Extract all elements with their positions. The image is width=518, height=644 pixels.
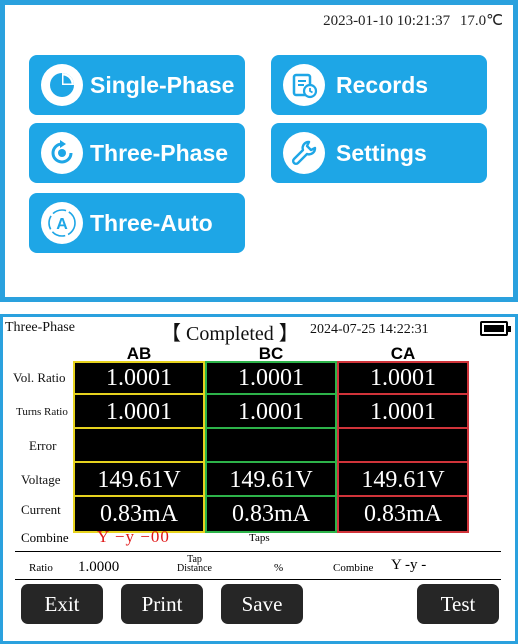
ca-current: 0.83mA xyxy=(364,501,442,527)
single-phase-button[interactable]: Single-Phase xyxy=(29,55,245,115)
datetime-display: 2023-01-10 10:21:37 xyxy=(323,13,451,29)
temperature-display: 17.0℃ xyxy=(459,13,503,29)
screen-divider xyxy=(0,302,518,314)
bc-error xyxy=(207,431,335,463)
ab-turns-ratio: 1.0001 xyxy=(75,397,203,429)
three-auto-button[interactable]: A Three-Auto xyxy=(29,193,245,253)
svg-text:A: A xyxy=(56,216,68,233)
save-button[interactable]: Save xyxy=(221,584,303,624)
ca-error xyxy=(339,431,467,463)
records-label: Records xyxy=(336,71,429,98)
exit-button[interactable]: Exit xyxy=(21,584,103,624)
single-phase-label: Single-Phase xyxy=(90,71,235,98)
bc-turns-ratio: 1.0001 xyxy=(207,397,335,429)
row-label-turns-ratio: Turns Ratio xyxy=(16,406,68,418)
combine-summary-value: Y -y - xyxy=(391,557,427,573)
column-ab: 1.0001 1.0001 149.61V 0.83mA xyxy=(73,361,205,533)
separator-line xyxy=(15,579,501,580)
auto-a-icon: A xyxy=(41,202,83,244)
bc-voltage: 149.61V xyxy=(207,465,335,497)
taps-label: Taps xyxy=(249,532,270,544)
ratio-value: 1.0000 xyxy=(78,559,120,575)
percent-label: % xyxy=(274,562,284,574)
ca-turns-ratio: 1.0001 xyxy=(339,397,467,429)
column-bc: 1.0001 1.0001 149.61V 0.83mA xyxy=(205,361,337,533)
refresh-icon xyxy=(41,132,83,174)
ca-voltage: 149.61V xyxy=(339,465,467,497)
ratio-label: Ratio xyxy=(29,562,53,574)
distance-label: Distance xyxy=(177,563,212,574)
wrench-icon xyxy=(283,132,325,174)
combine-value: Y −y −00 xyxy=(97,527,170,546)
records-icon xyxy=(283,64,325,106)
combine-label: Combine xyxy=(21,530,69,545)
main-menu-screen: 2023-01-10 10:21:37 17.0℃ Single-Phase R… xyxy=(0,0,518,302)
test-status: 【 Completed 】 xyxy=(161,323,299,345)
row-label-error: Error xyxy=(29,438,57,453)
pie-chart-icon xyxy=(41,64,83,106)
bc-vol-ratio: 1.0001 xyxy=(207,363,335,395)
ab-voltage: 149.61V xyxy=(75,465,203,497)
ab-vol-ratio: 1.0001 xyxy=(75,363,203,395)
tap-distance-label: Tap Distance xyxy=(177,555,212,574)
three-phase-button[interactable]: Three-Phase xyxy=(29,123,245,183)
battery-icon xyxy=(480,321,511,336)
print-button[interactable]: Print xyxy=(121,584,203,624)
row-label-voltage: Voltage xyxy=(21,472,61,487)
summary-row: Ratio 1.0000 Tap Distance % Combine Y -y… xyxy=(3,555,515,579)
settings-label: Settings xyxy=(336,139,427,166)
settings-button[interactable]: Settings xyxy=(271,123,487,183)
row-label-current: Current xyxy=(21,502,61,517)
three-phase-result-screen: Three-Phase 【 Completed 】 2024-07-25 14:… xyxy=(0,314,518,644)
ca-vol-ratio: 1.0001 xyxy=(339,363,467,395)
status-bar: 2023-01-10 10:21:37 17.0℃ xyxy=(317,11,503,30)
three-phase-label: Three-Phase xyxy=(90,139,229,166)
result-datetime: 2024-07-25 14:22:31 xyxy=(310,322,429,337)
row-label-vol-ratio: Vol. Ratio xyxy=(13,370,66,385)
test-button[interactable]: Test xyxy=(417,584,499,624)
bc-current: 0.83mA xyxy=(232,501,310,527)
three-auto-label: Three-Auto xyxy=(90,209,213,236)
separator-line xyxy=(15,551,501,552)
column-ca: 1.0001 1.0001 149.61V 0.83mA xyxy=(337,361,469,533)
mode-title: Three-Phase xyxy=(5,320,75,335)
records-button[interactable]: Records xyxy=(271,55,487,115)
ab-error xyxy=(75,431,203,463)
combine-summary-label: Combine xyxy=(333,562,374,574)
result-header: Three-Phase 【 Completed 】 2024-07-25 14:… xyxy=(3,317,515,345)
